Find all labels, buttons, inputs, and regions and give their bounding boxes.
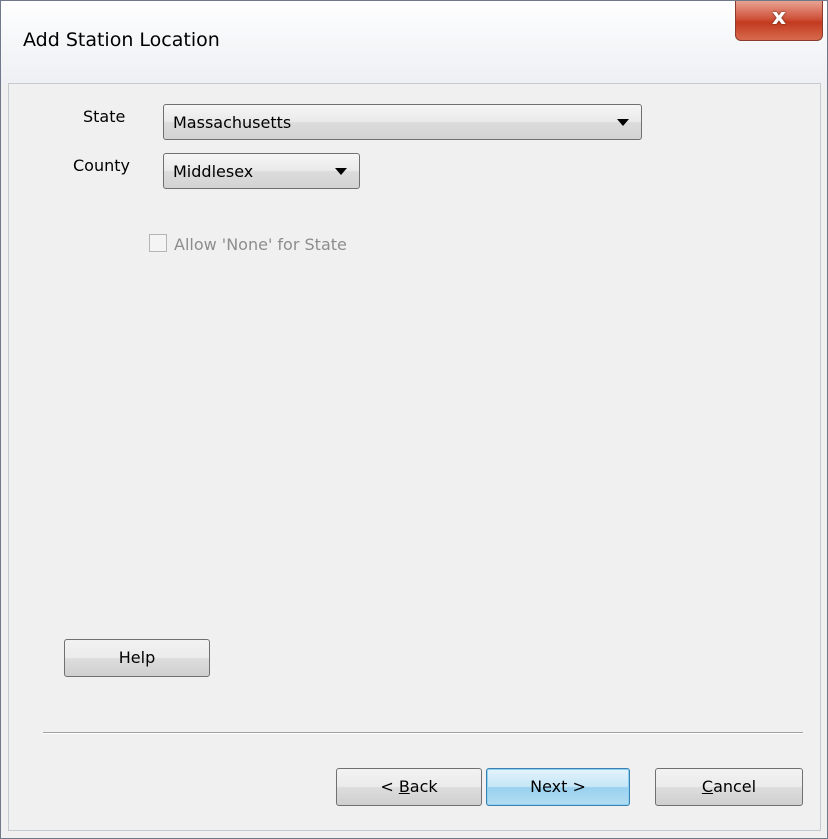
county-dropdown[interactable]: Middlesex [163,153,360,189]
back-prefix: < [380,777,399,796]
county-label: County [73,156,130,175]
state-label: State [83,107,126,126]
cancel-button[interactable]: Cancel [655,768,803,806]
back-button[interactable]: < Back [336,768,482,806]
title-bar[interactable]: Add Station Location x [1,1,827,83]
allow-none-checkbox[interactable] [149,234,167,252]
next-button-label: Next > [530,777,586,796]
window-title: Add Station Location [23,29,220,51]
cancel-rest: ancel [713,777,757,796]
state-dropdown[interactable]: Massachusetts [163,104,642,140]
chevron-down-icon [617,119,629,126]
dialog-window: Add Station Location x State Massachuset… [0,0,828,839]
help-button-label: Help [118,648,156,667]
next-button[interactable]: Next > [486,768,630,806]
chevron-down-icon [335,168,347,175]
allow-none-label: Allow 'None' for State [174,235,347,254]
close-button[interactable]: x [735,1,823,41]
state-value: Massachusetts [173,113,292,132]
county-value: Middlesex [173,162,254,181]
dialog-content: State Massachusetts County Middlesex All… [8,83,821,831]
cancel-mnemonic: C [701,777,714,796]
close-icon: x [771,5,787,30]
separator [43,732,803,734]
back-mnemonic: B [398,777,410,796]
help-button[interactable]: Help [64,639,210,677]
back-rest: ack [409,777,438,796]
